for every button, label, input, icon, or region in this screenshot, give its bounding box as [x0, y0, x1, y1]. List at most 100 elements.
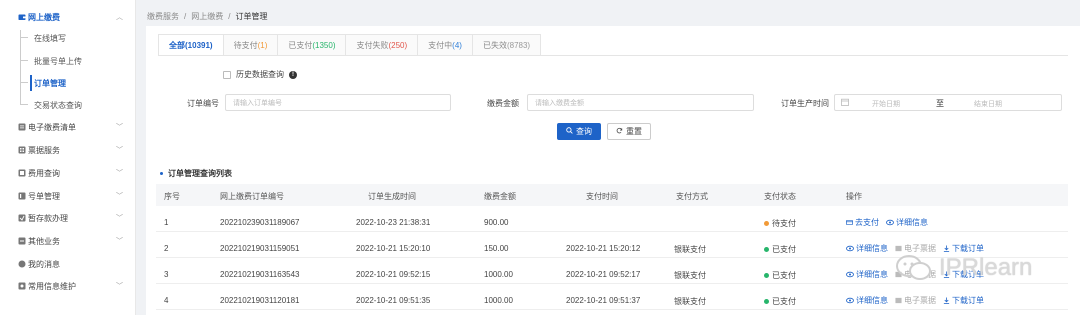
sidebar-subitem-online-fill[interactable]: 在线填写	[0, 29, 136, 47]
sidebar-item-other-business[interactable]: 其他业务 ﹀	[0, 232, 136, 250]
history-data-label: 历史数据查询	[236, 70, 284, 79]
details-link[interactable]: 详细信息	[846, 243, 888, 254]
info-icon[interactable]: !	[289, 70, 297, 79]
sidebar-item-my-messages[interactable]: 我的消息	[0, 255, 136, 273]
start-date-input[interactable]: 开始日期	[872, 99, 900, 109]
column-header: 操作	[846, 192, 862, 201]
tab-expired[interactable]: 已失效 (8783)	[471, 34, 542, 56]
sidebar-subitem-label: 在线填写	[34, 33, 66, 43]
amount: 900.00	[484, 218, 509, 227]
order-list-panel: 订单管理查询列表 序号 网上缴费订单编号 订单生成时间 缴费金额 支付时间 支付…	[146, 158, 1080, 315]
column-header: 序号	[164, 192, 180, 201]
end-date-input[interactable]: 结束日期	[974, 99, 1002, 109]
sidebar-subitem-label: 交易状态查询	[34, 100, 82, 110]
chevron-down-icon: ﹀	[116, 283, 123, 290]
watermark: IPRlearn	[895, 254, 1032, 282]
tab-paid[interactable]: 已支付 (1350)	[277, 34, 347, 56]
sidebar-subitem-label: 批量号单上传	[34, 56, 82, 66]
sidebar-subitem-order-management[interactable]: 订单管理	[0, 74, 136, 92]
query-button[interactable]: 查询	[557, 123, 601, 140]
created-time: 2022-10-21 15:20:10	[356, 244, 431, 253]
download-icon	[943, 245, 950, 252]
column-header: 支付时间	[586, 192, 618, 201]
breadcrumb-separator: /	[228, 11, 231, 21]
wechat-icon	[895, 254, 933, 282]
sidebar-item-e-payment-list[interactable]: 电子缴费清单 ﹀	[0, 118, 136, 136]
download-order-link[interactable]: 下载订单	[943, 295, 984, 306]
amount: 1000.00	[484, 296, 513, 305]
invoice-icon	[895, 297, 902, 304]
chevron-up-icon: ︿	[116, 14, 123, 21]
sidebar-subitem-batch-upload[interactable]: 批量号单上传	[0, 52, 136, 70]
amount-input[interactable]: 请输入缴费金额	[527, 94, 754, 111]
sidebar-item-invoice-service[interactable]: 票据服务 ﹀	[0, 141, 136, 159]
sidebar-subitem-transaction-status[interactable]: 交易状态查询	[0, 96, 136, 114]
sidebar-item-info-maintenance[interactable]: 常用信息维护 ﹀	[0, 277, 136, 295]
reset-button[interactable]: 重置	[607, 123, 651, 140]
column-header: 缴费金额	[484, 192, 516, 201]
sidebar-item-online-payment[interactable]: 网上缴费 ︿	[0, 8, 136, 26]
table-header: 序号 网上缴费订单编号 订单生成时间 缴费金额 支付时间 支付方式 支付状态 操…	[156, 184, 1068, 206]
tab-pending[interactable]: 待支付 (1)	[222, 34, 279, 56]
details-link[interactable]: 详细信息	[846, 295, 888, 306]
eye-icon	[886, 219, 894, 226]
card-icon	[846, 219, 853, 226]
tabs-divider	[158, 55, 1068, 56]
row-actions: 详细信息 电子票据 下载订单	[846, 243, 984, 254]
sidebar-item-deposit[interactable]: 暂存款办理 ﹀	[0, 209, 136, 227]
grid-icon	[18, 237, 26, 245]
order-number: 202210219031120181	[220, 296, 300, 305]
tab-all[interactable]: 全部 (10391)	[158, 34, 224, 56]
e-invoice-link[interactable]: 电子票据	[895, 295, 936, 306]
row-actions: 详细信息 电子票据 下载订单	[846, 295, 984, 306]
sidebar-item-label: 电子缴费清单	[28, 122, 76, 132]
range-separator: 至	[936, 99, 944, 108]
deposit-icon	[18, 214, 26, 222]
pay-method: 银联支付	[674, 297, 706, 306]
sidebar-item-fee-query[interactable]: 费用查询 ﹀	[0, 164, 136, 182]
row-index: 1	[164, 218, 169, 227]
amount: 1000.00	[484, 270, 513, 279]
search-doc-icon	[18, 169, 26, 177]
details-link[interactable]: 详细信息	[886, 217, 928, 228]
eye-icon	[846, 245, 854, 252]
chevron-down-icon: ﹀	[116, 238, 123, 245]
invoice-icon	[895, 245, 902, 252]
row-actions: 去支付 详细信息	[846, 217, 928, 228]
history-data-checkbox[interactable]	[223, 70, 231, 79]
amount-label: 缴费金额	[487, 99, 519, 108]
order-number: 202210219031159051	[220, 244, 300, 253]
chevron-down-icon: ﹀	[116, 170, 123, 177]
chevron-down-icon: ﹀	[116, 215, 123, 222]
status-badge: 已支付	[764, 270, 796, 281]
row-index: 4	[164, 296, 169, 305]
wallet-icon	[18, 13, 26, 21]
breadcrumb-item[interactable]: 网上缴费	[191, 11, 223, 22]
table-row: 4 202210219031120181 2022-10-21 09:51:35…	[156, 288, 1068, 310]
column-header: 订单生成时间	[368, 192, 416, 201]
search-icon	[566, 127, 573, 136]
breadcrumb-item[interactable]: 缴费服务	[147, 11, 179, 22]
pay-now-link[interactable]: 去支付	[846, 217, 879, 228]
status-dot-icon	[764, 299, 769, 304]
order-time-range[interactable]: 开始日期 至 结束日期	[834, 94, 1062, 111]
download-order-link[interactable]: 下载订单	[943, 243, 984, 254]
calendar-icon	[841, 98, 849, 108]
order-no-input[interactable]: 请输入订单编号	[225, 94, 451, 111]
settings-icon	[18, 282, 26, 290]
sidebar-subitem-label: 订单管理	[34, 78, 66, 88]
column-header: 支付方式	[676, 192, 708, 201]
eye-icon	[846, 297, 854, 304]
sidebar-item-label: 我的消息	[28, 259, 60, 269]
e-invoice-link[interactable]: 电子票据	[895, 243, 936, 254]
sidebar: 网上缴费 ︿ 在线填写 批量号单上传 订单管理 交易状态查询 电子缴费清单 ﹀	[0, 0, 136, 315]
status-dot-icon	[764, 273, 769, 278]
history-data-option: 历史数据查询 !	[223, 69, 297, 80]
sidebar-item-number-management[interactable]: 号单管理 ﹀	[0, 187, 136, 205]
row-index: 2	[164, 244, 169, 253]
tab-processing[interactable]: 支付中 (4)	[417, 34, 473, 56]
order-number: 202210219031163543	[220, 270, 300, 279]
bullet-icon	[160, 172, 163, 175]
details-link[interactable]: 详细信息	[846, 269, 888, 280]
tab-failed[interactable]: 支付失败 (250)	[345, 34, 419, 56]
